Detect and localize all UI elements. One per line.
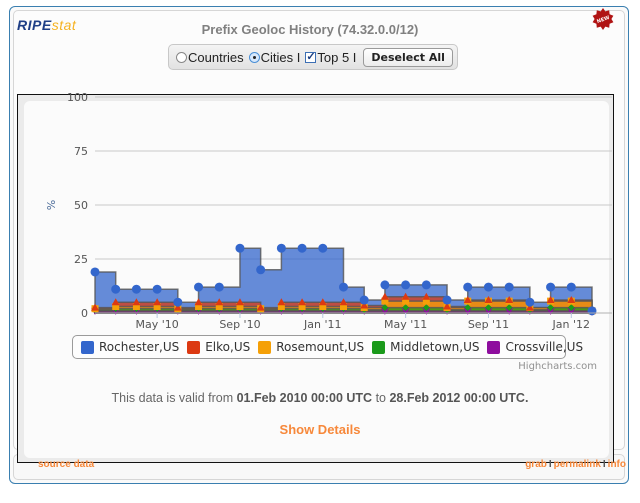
legend-swatch [487,340,501,354]
grid-lines [95,96,612,314]
legend-label: Crossville,US [505,340,584,354]
marker-rochester-us [235,243,245,253]
marker-rochester-us [504,282,514,292]
x-tick-label: Jan '11 [303,318,341,331]
legend-item[interactable]: Rosemount,US [258,340,364,354]
x-tick-label: May '10 [135,318,178,331]
y-axis-title: % [45,200,58,210]
y-tick-label: 100 [67,91,88,104]
marker-rochester-us [90,267,100,277]
legend-item[interactable]: Middletown,US [372,340,479,354]
marker-rochester-us [152,284,162,294]
marker-rochester-us [546,282,556,292]
info-link[interactable]: info [608,459,626,470]
y-tick-label: 0 [81,307,88,320]
chart-legend: Rochester,US Elko,US Rosemount,US Middletow… [72,335,583,359]
marker-rochester-us [297,243,307,253]
legend-label: Rosemount,US [276,340,365,354]
source-data-link[interactable]: source data [38,459,94,470]
validity-text: This data is valid from 01.Feb 2010 00:0… [0,391,640,405]
marker-rochester-us [525,297,535,307]
marker-rochester-us [463,282,473,292]
marker-rochester-us [194,282,204,292]
marker-rochester-us [587,306,597,316]
highcharts-credits[interactable]: Highcharts.com [500,361,597,372]
marker-rochester-us [566,282,576,292]
marker-rochester-us [111,284,121,294]
marker-rochester-us [256,265,266,275]
legend-swatch [258,340,272,354]
footer-separator: I [548,459,552,470]
x-tick-label: Sep '10 [219,318,260,331]
y-tick-label: 25 [74,253,88,266]
validity-to: 28.Feb 2012 00:00 UTC. [389,391,529,405]
y-tick-label: 50 [74,199,88,212]
x-tick-label: Jan '12 [552,318,590,331]
marker-rochester-us [173,297,183,307]
marker-rochester-us [276,243,286,253]
marker-rochester-us [339,282,348,292]
x-tick-label: Sep '11 [468,318,509,331]
marker-rochester-us [131,284,141,294]
marker-rochester-us [380,280,390,290]
marker-rochester-us [421,280,431,290]
legend-swatch [81,340,94,354]
legend-label: Middletown,US [390,340,480,354]
marker-rochester-us [483,282,493,292]
validity-from: 01.Feb 2010 00:00 UTC [236,391,373,405]
legend-swatch [372,340,386,354]
grab-link[interactable]: grab [525,459,547,470]
legend-label: Elko,US [205,340,251,354]
marker-rochester-us [359,295,369,305]
footer-links: grab Ipermalink Iinfo [525,459,626,470]
legend-item[interactable]: Crossville,US [487,340,583,354]
x-tick-label: May '11 [384,318,427,331]
y-tick-label: 75 [74,145,88,158]
marker-rochester-us [401,280,411,290]
marker-rochester-us [214,282,224,292]
marker-rochester-us [318,243,328,253]
legend-swatch [187,340,201,354]
permalink-link[interactable]: permalink [554,459,601,470]
validity-middle: to [372,391,390,405]
legend-item[interactable]: Rochester,US [81,340,179,354]
legend-label: Rochester,US [99,340,180,354]
marker-rochester-us [442,295,452,305]
show-details-link[interactable]: Show Details [0,422,640,437]
validity-prefix: This data is valid from [111,391,237,405]
footer-separator: I [602,459,606,470]
legend-item[interactable]: Elko,US [187,340,250,354]
